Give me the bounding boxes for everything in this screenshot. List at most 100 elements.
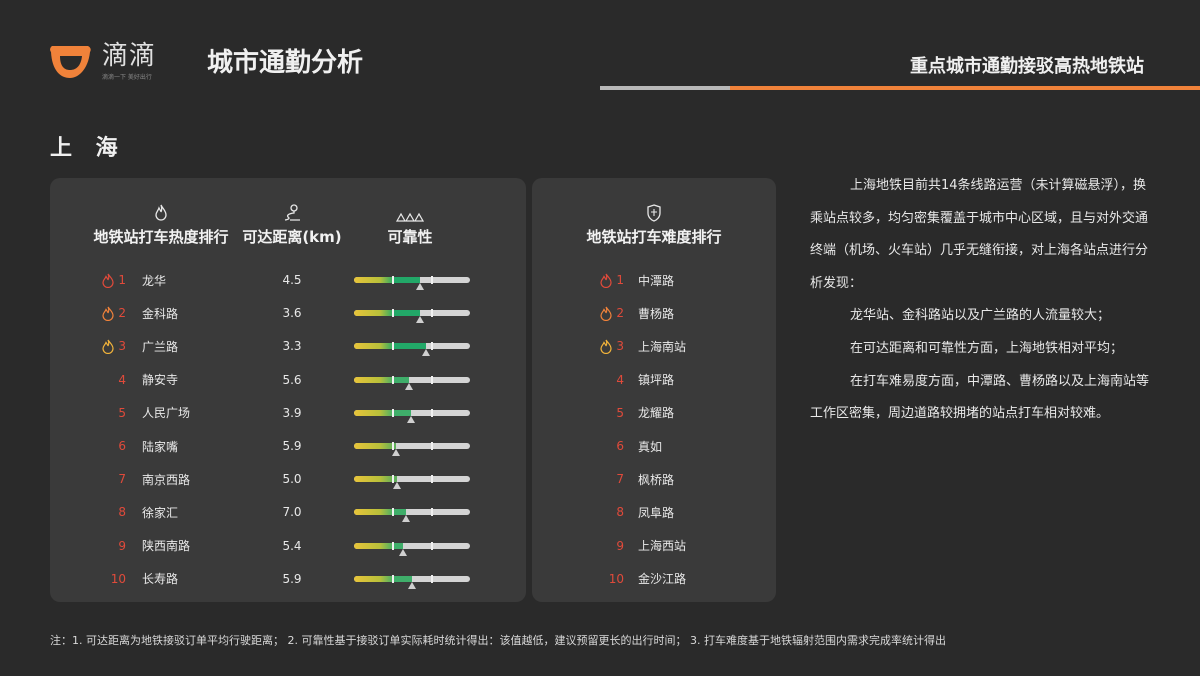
reliability-marker: [393, 482, 401, 490]
station-name: 静安寺: [142, 373, 179, 388]
page-subtitle: 重点城市通勤接驳高热地铁站: [910, 56, 1144, 77]
bar-tick: [431, 276, 433, 284]
station-name: 长寿路: [142, 572, 179, 587]
header-rule-gray: [600, 86, 730, 90]
bar-tick: [431, 508, 433, 517]
bar-tick: [392, 309, 394, 318]
distance-value: 5.9: [282, 571, 302, 586]
station-row: 3 广兰路 3.3: [50, 336, 526, 357]
reliability-marker: [405, 382, 413, 390]
distance-value: 5.6: [282, 372, 302, 387]
station-row: 6 陆家嘴 5.9: [50, 436, 526, 456]
rank-number: 5: [616, 405, 624, 420]
bar-tick: [392, 342, 394, 351]
rank: 8: [96, 505, 126, 519]
reliability-marker: [416, 316, 424, 324]
flame-icon: [155, 204, 167, 221]
station-name: 陆家嘴: [142, 439, 179, 454]
rank-number: 3: [616, 339, 624, 354]
rank: 7: [594, 472, 624, 486]
reliability-bar: [354, 342, 470, 357]
rank-number: 9: [118, 538, 126, 553]
station-name: 真如: [638, 439, 663, 454]
rank: 6: [96, 439, 126, 453]
rank-number: 8: [616, 505, 624, 520]
reliability-bar: [354, 475, 470, 490]
reliability-bar: [354, 375, 470, 390]
rank-number: 1: [118, 273, 126, 287]
badge-icon: [647, 204, 661, 222]
reliability-fill: [354, 509, 406, 516]
road-icon: [284, 204, 300, 221]
rank: 6: [594, 439, 624, 453]
reliability-marker: [422, 349, 430, 357]
rank: 8: [594, 505, 624, 519]
station-name: 南京西路: [142, 472, 191, 487]
description-paragraph: 龙华站、金科路站以及广兰路的人流量较大；: [850, 308, 1111, 324]
station-row: 10 金沙江路: [532, 569, 776, 589]
rank: 1: [96, 273, 126, 288]
station-name: 人民广场: [142, 406, 191, 421]
reliability-fill: [354, 376, 409, 383]
station-row: 2 曹杨路: [532, 303, 776, 323]
distance-value: 3.9: [282, 405, 302, 420]
reliability-bar: [354, 508, 470, 523]
header-rule-orange: [730, 86, 1200, 90]
mountain-icon: [396, 212, 424, 222]
heat-ranking-panel: 地铁站打车热度排行 可达距离(km) 可靠性 1 龙华 4.5 2 金科路 3.6 3 广兰路…: [50, 178, 526, 602]
rank: 5: [594, 406, 624, 420]
station-name: 龙华: [142, 273, 167, 288]
bar-tick: [392, 508, 394, 517]
station-row: 8 凤阜路: [532, 502, 776, 522]
heat-column-header: 地铁站打车热度排行: [86, 202, 236, 247]
flame-icon: [600, 339, 612, 354]
station-row: 9 陕西南路 5.4: [50, 536, 526, 556]
rank: 9: [594, 539, 624, 553]
distance-value: 4.5: [282, 273, 302, 287]
bar-tick: [431, 574, 433, 583]
station-name: 凤阜路: [638, 505, 675, 520]
flame-icon: [600, 306, 612, 321]
station-row: 4 静安寺 5.6: [50, 370, 526, 390]
reliability-marker: [407, 415, 415, 423]
reliability-column-label: 可靠性: [387, 228, 433, 246]
description-paragraph: 上海地铁目前共14条线路运营（未计算磁悬浮），换乘站点较多，均匀密集覆盖于城市中…: [810, 178, 1149, 291]
reliability-fill: [354, 443, 396, 449]
rank-number: 10: [110, 571, 126, 586]
reliability-marker: [408, 581, 416, 589]
reliability-bar: [354, 574, 470, 589]
bar-tick: [431, 408, 433, 417]
distance-value: 5.0: [282, 472, 302, 487]
station-name: 龙耀路: [638, 406, 675, 421]
reliability-bar: [354, 276, 470, 290]
rank-number: 6: [118, 439, 126, 453]
station-row: 4 镇坪路: [532, 370, 776, 390]
rank-number: 2: [616, 306, 624, 321]
flame-icon: [102, 273, 114, 288]
reliability-marker: [399, 548, 407, 556]
station-row: 3 上海南站: [532, 336, 776, 356]
description-paragraph: 在打车难易度方面，中潭路、曹杨路以及上海南站等工作区密集，周边道路较拥堵的站点打…: [810, 373, 1150, 422]
station-name: 陕西南路: [142, 539, 191, 554]
station-name: 金沙江路: [638, 572, 687, 587]
reliability-fill: [354, 343, 426, 350]
rank-number: 8: [118, 505, 126, 520]
difficulty-column-label: 地铁站打车难度排行: [586, 228, 722, 246]
rank-number: 6: [616, 439, 624, 453]
reliability-bar: [354, 408, 470, 423]
distance-value: 3.6: [282, 306, 302, 321]
flame-icon: [600, 273, 612, 288]
bar-tick: [431, 375, 433, 384]
rank: 7: [96, 472, 126, 486]
bar-tick: [392, 408, 394, 417]
station-row: 1 龙华 4.5: [50, 270, 526, 290]
rank-number: 7: [118, 472, 126, 487]
reliability-fill: [354, 310, 420, 317]
bar-tick: [431, 309, 433, 318]
reliability-fill: [354, 277, 420, 283]
didi-logo: 滴滴 滴滴一下 美好出行: [48, 42, 156, 82]
station-row: 5 龙耀路: [532, 403, 776, 423]
city-name: 上 海: [50, 136, 126, 161]
rank-number: 5: [118, 405, 126, 420]
page-title: 城市通勤分析: [207, 48, 364, 78]
